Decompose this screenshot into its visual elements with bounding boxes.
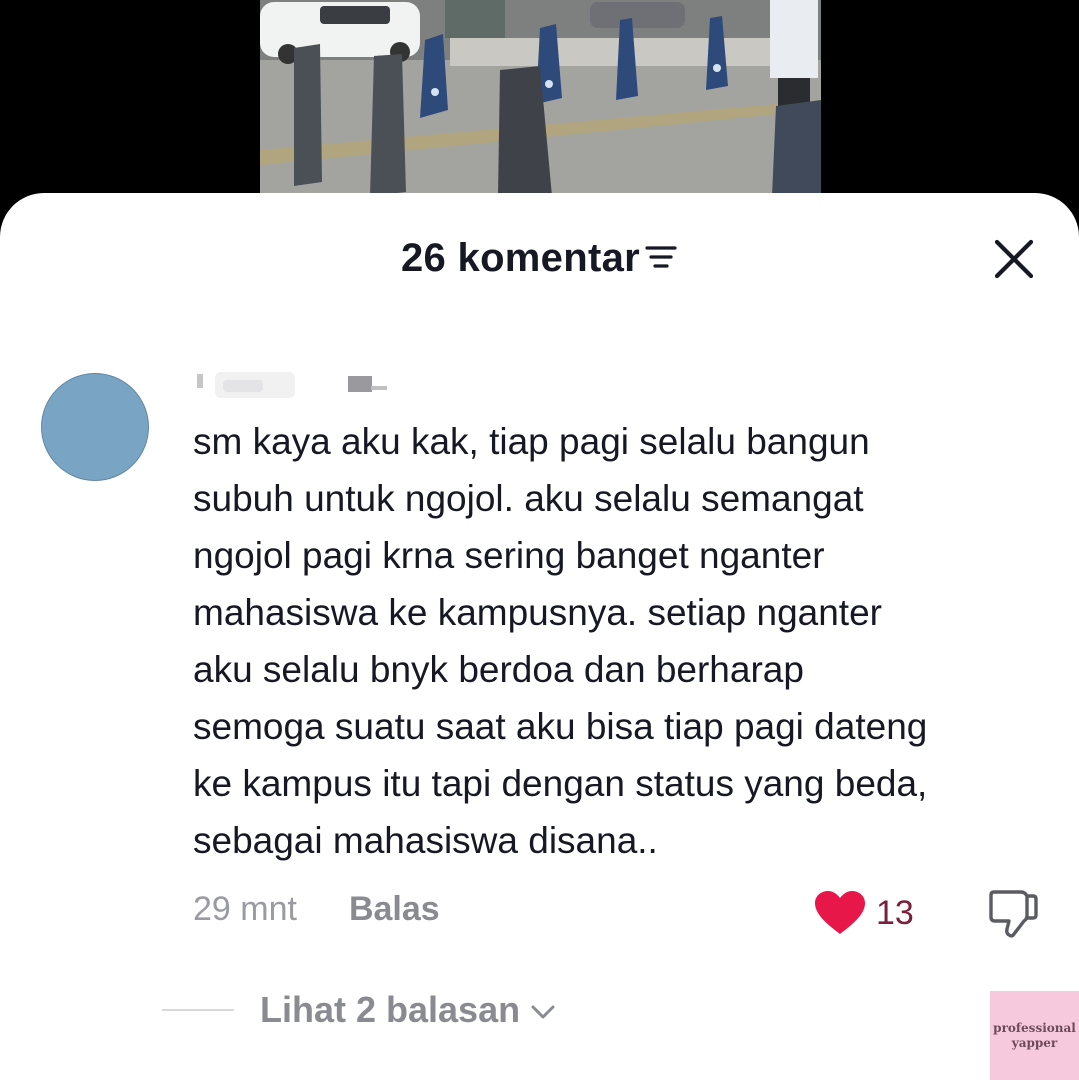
watermark-line-1: professional [993,1020,1076,1035]
view-replies-label: Lihat 2 balasan [260,989,521,1030]
watermark-line-2: yapper [1011,1035,1058,1050]
comments-count-title: 26 komentar [401,236,640,280]
like-button[interactable]: 13 [814,890,914,936]
heart-icon [815,891,865,934]
video-thumbnail[interactable] [260,0,821,196]
comment-timestamp: 29 mnt [193,890,297,928]
sort-lines-icon[interactable] [644,244,678,270]
dislike-icon[interactable] [987,889,1039,939]
replies-divider [162,1009,234,1011]
comment-body: sm kaya aku kak, tiap pagi selalu bangun… [193,421,928,861]
reply-button[interactable]: Balas [349,890,440,929]
comments-header: 26 komentar [0,236,1079,281]
close-icon[interactable] [992,237,1036,281]
screen: 26 komentar sm kaya aku kak, tiap pagi s… [0,0,1079,1080]
comment-meta: 29 mnt Balas [193,890,440,929]
comments-sheet: 26 komentar sm kaya aku kak, tiap pagi s… [0,193,1079,1080]
chevron-down-icon [531,1005,555,1019]
like-count: 13 [876,893,914,932]
avatar[interactable] [41,373,149,481]
street-scene-image [260,0,821,196]
username-redacted[interactable] [193,366,393,400]
view-replies-button[interactable]: Lihat 2 balasan [162,989,556,1031]
watermark-sticker: professional yapper [990,991,1079,1080]
